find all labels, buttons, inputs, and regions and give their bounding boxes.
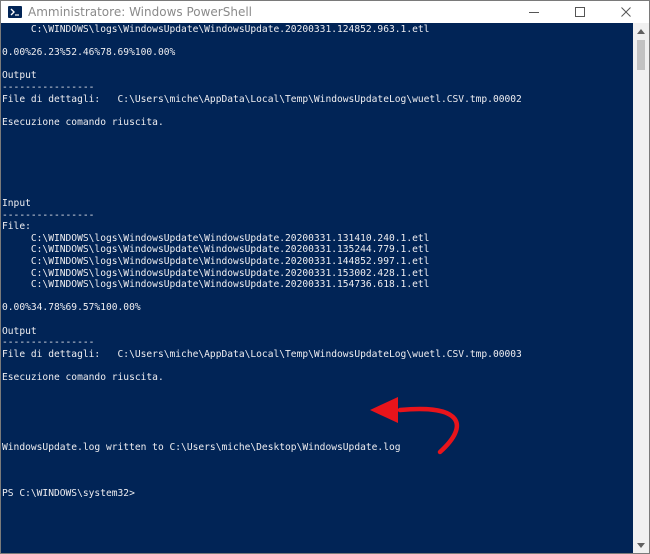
- console-line: C:\WINDOWS\logs\WindowsUpdate\WindowsUpd…: [2, 232, 430, 244]
- console-line: ----------------: [2, 82, 95, 93]
- scroll-up-arrow-icon: [637, 28, 645, 34]
- scroll-down-button[interactable]: [633, 537, 649, 553]
- console-line: PS C:\WINDOWS\system32>: [2, 488, 135, 499]
- console-line: WindowsUpdate.log written to C:\Users\mi…: [2, 441, 401, 453]
- console-line: Esecuzione comando riuscita.: [2, 372, 164, 383]
- maximize-icon: [575, 7, 585, 17]
- powershell-window: Amministratore: Windows PowerShell C:\WI…: [0, 0, 650, 554]
- powershell-icon: [8, 6, 22, 18]
- console-line: C:\WINDOWS\logs\WindowsUpdate\WindowsUpd…: [2, 244, 430, 256]
- console-output[interactable]: C:\WINDOWS\logs\WindowsUpdate\WindowsUpd…: [1, 23, 635, 553]
- console-line: C:\WINDOWS\logs\WindowsUpdate\WindowsUpd…: [2, 279, 430, 291]
- maximize-button[interactable]: [557, 1, 603, 23]
- console-line: ----------------: [2, 209, 95, 221]
- window-title: Amministratore: Windows PowerShell: [28, 5, 252, 19]
- scroll-down-arrow-icon: [637, 542, 645, 548]
- vertical-scrollbar[interactable]: [633, 23, 649, 553]
- console-line: 0.00%26.23%52.46%78.69%100.00%: [2, 47, 176, 59]
- console-line: ----------------: [2, 337, 95, 349]
- close-icon: [621, 7, 631, 17]
- console-line: C:\WINDOWS\logs\WindowsUpdate\WindowsUpd…: [2, 256, 430, 267]
- console-line: Output: [2, 70, 37, 82]
- console-line: Input: [2, 198, 31, 209]
- console-line: File di dettagli: C:\Users\miche\AppData…: [2, 93, 522, 105]
- scroll-up-button[interactable]: [633, 23, 649, 39]
- console-line: 0.00%34.78%69.57%100.00%: [2, 302, 141, 314]
- title-bar[interactable]: Amministratore: Windows PowerShell: [1, 1, 649, 23]
- console-line: Esecuzione comando riuscita.: [2, 116, 164, 128]
- console-line: File:: [2, 221, 31, 233]
- console-line: File di dettagli: C:\Users\miche\AppData…: [2, 348, 522, 360]
- console-line: C:\WINDOWS\logs\WindowsUpdate\WindowsUpd…: [2, 24, 430, 35]
- scrollbar-thumb[interactable]: [637, 40, 645, 70]
- console-line: Output: [2, 325, 37, 337]
- console-line: C:\WINDOWS\logs\WindowsUpdate\WindowsUpd…: [2, 267, 430, 279]
- minimize-icon: [529, 12, 539, 13]
- minimize-button[interactable]: [511, 1, 557, 23]
- close-button[interactable]: [603, 1, 649, 23]
